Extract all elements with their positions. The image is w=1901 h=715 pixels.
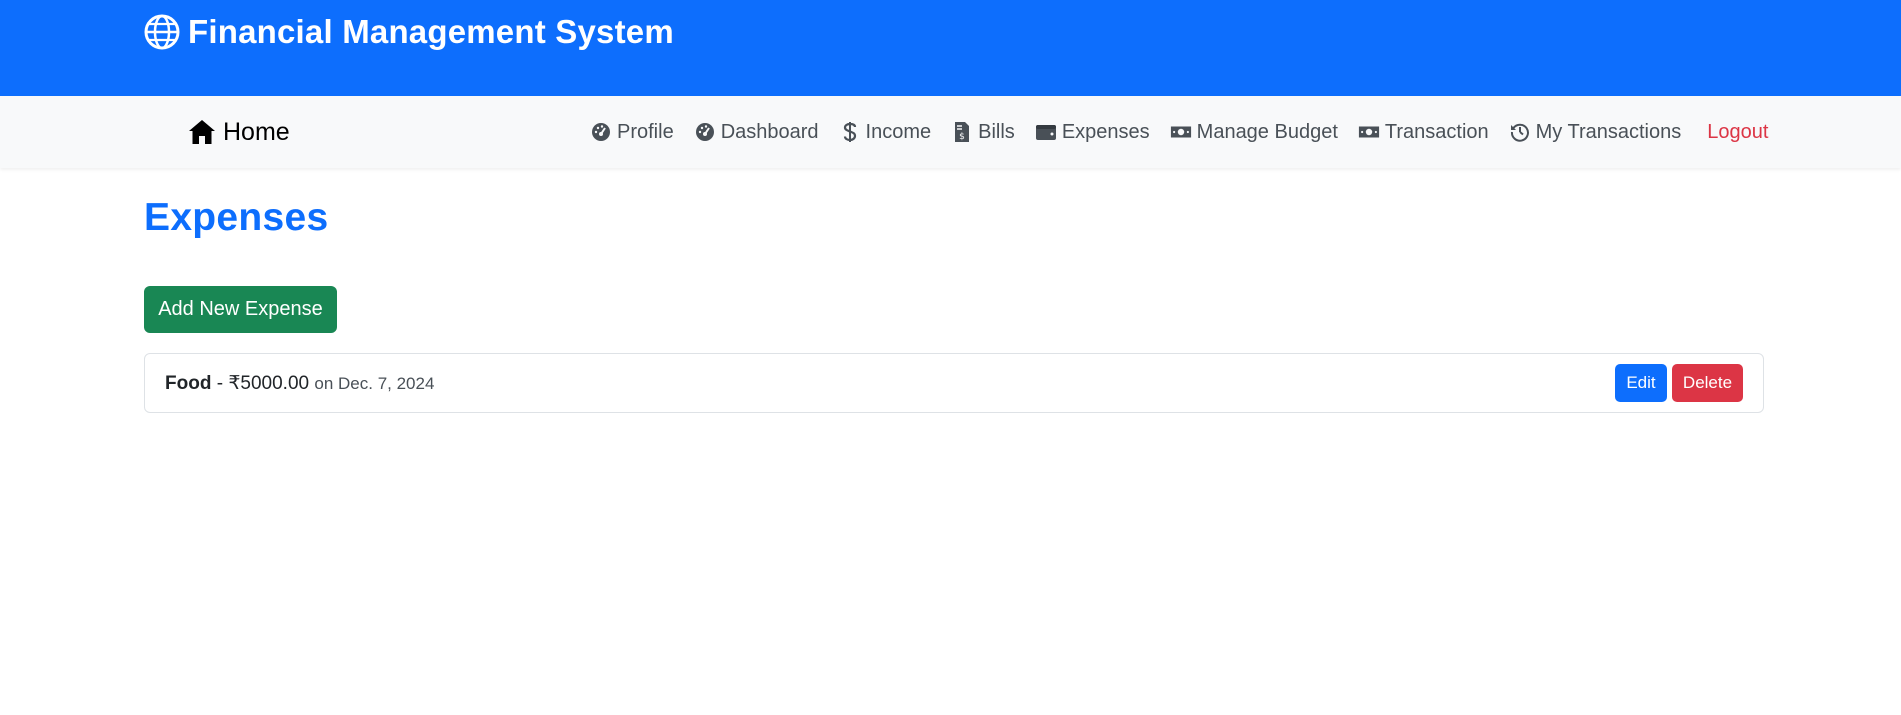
nav-item-profile[interactable]: Profile xyxy=(590,121,674,144)
nav-home-label: Home xyxy=(223,117,290,146)
dashboard-icon xyxy=(590,121,612,143)
money-bill-icon xyxy=(1358,121,1380,143)
page-title: Expenses xyxy=(144,196,329,239)
add-expense-button[interactable]: Add New Expense xyxy=(144,286,337,333)
nav-item-manage-budget[interactable]: Manage Budget xyxy=(1170,121,1338,144)
header-bar: Financial Management System xyxy=(0,0,1901,96)
nav-item-expenses[interactable]: Expenses xyxy=(1035,121,1150,144)
nav-links: Profile Dashboard Income $ Bills Expense… xyxy=(590,114,1768,150)
invoice-icon: $ xyxy=(951,121,973,143)
wallet-icon xyxy=(1035,121,1057,143)
nav-logout[interactable]: Logout xyxy=(1707,121,1768,144)
expense-summary: Food - ₹5000.00 on Dec. 7, 2024 xyxy=(165,372,434,395)
dashboard-icon xyxy=(694,121,716,143)
edit-button[interactable]: Edit xyxy=(1615,364,1667,402)
expense-list: Food - ₹5000.00 on Dec. 7, 2024 Edit Del… xyxy=(144,353,1764,413)
app-title: Financial Management System xyxy=(188,13,674,50)
expense-date: on Dec. 7, 2024 xyxy=(314,373,435,393)
expense-amount: ₹5000.00 xyxy=(228,372,310,394)
nav-item-income[interactable]: Income xyxy=(839,120,932,144)
nav-item-dashboard[interactable]: Dashboard xyxy=(694,121,819,144)
delete-button[interactable]: Delete xyxy=(1672,364,1743,402)
svg-text:$: $ xyxy=(959,132,965,142)
nav-item-label: My Transactions xyxy=(1535,120,1682,143)
nav-item-label: Bills xyxy=(978,120,1015,143)
nav-item-label: Profile xyxy=(617,120,674,143)
nav-item-label: Manage Budget xyxy=(1196,120,1338,143)
expense-category: Food xyxy=(165,372,212,394)
nav-home[interactable]: Home xyxy=(187,114,290,150)
home-icon xyxy=(187,118,217,146)
nav-item-transaction[interactable]: Transaction xyxy=(1358,121,1489,144)
nav-item-bills[interactable]: $ Bills xyxy=(951,121,1015,144)
expense-separator: - xyxy=(211,372,229,394)
navbar: Home Profile Dashboard Income $ Bills Ex… xyxy=(0,96,1901,168)
nav-item-label: Dashboard xyxy=(720,120,819,143)
money-bill-icon xyxy=(1170,121,1192,143)
brand[interactable]: Financial Management System xyxy=(144,12,674,52)
nav-item-label: Transaction xyxy=(1384,120,1489,143)
globe-icon xyxy=(144,14,180,50)
history-icon xyxy=(1509,121,1531,143)
nav-item-my-transactions[interactable]: My Transactions xyxy=(1509,120,1682,144)
nav-item-label: Expenses xyxy=(1061,120,1150,143)
dollar-icon xyxy=(839,121,861,143)
nav-item-label: Income xyxy=(865,120,932,143)
list-item: Food - ₹5000.00 on Dec. 7, 2024 Edit Del… xyxy=(144,353,1764,413)
expense-actions: Edit Delete xyxy=(1615,364,1743,402)
